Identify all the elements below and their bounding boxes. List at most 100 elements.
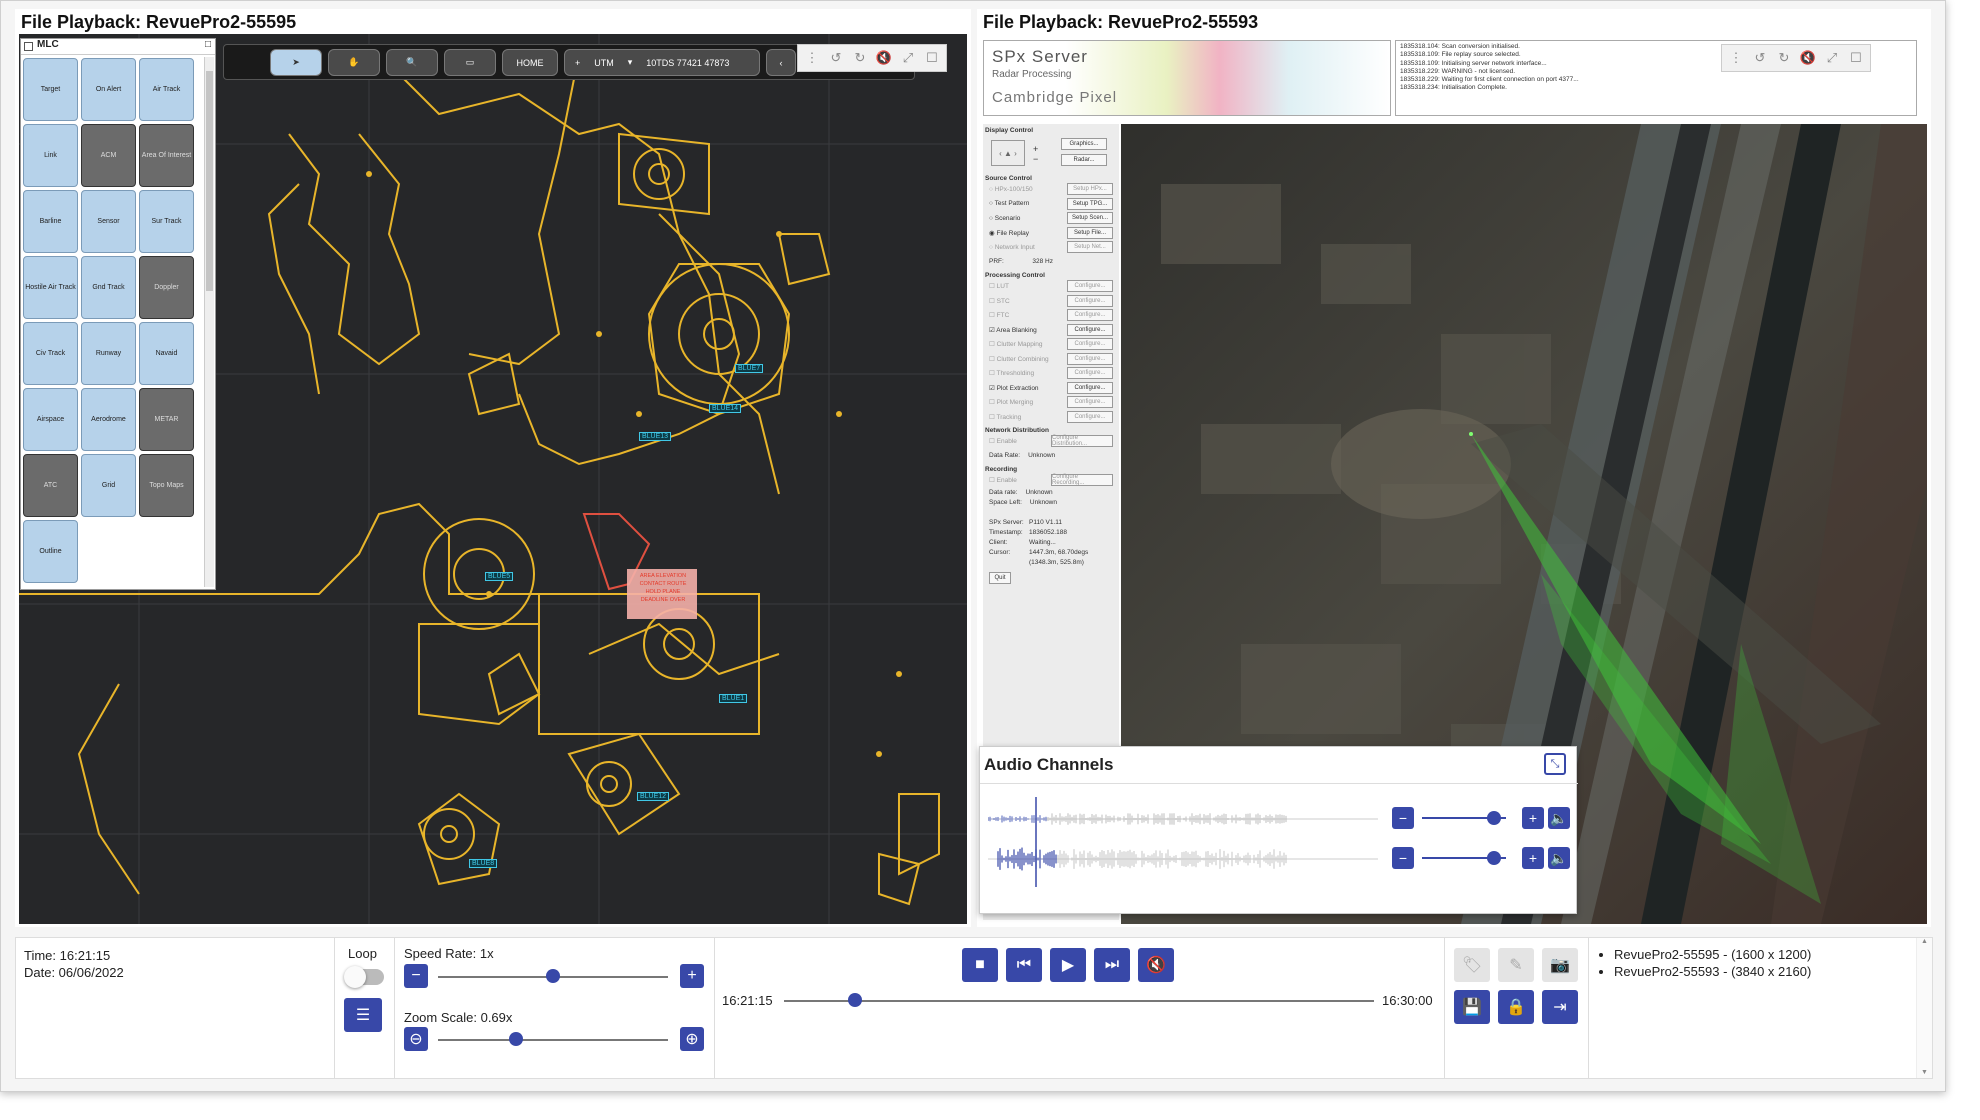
mlc-button-airspace[interactable]: Airspace (23, 388, 78, 451)
configure-button[interactable]: Configure... (1067, 367, 1113, 380)
rotate-right-icon[interactable]: ↻ (1774, 48, 1794, 68)
configure-button[interactable]: Configure... (1067, 323, 1113, 336)
map-label[interactable]: BLUE1 (719, 694, 748, 703)
channel-1-mute-button[interactable]: 🔈 (1548, 807, 1570, 829)
mlc-button-sensor[interactable]: Sensor (81, 190, 136, 253)
zoom-slider-thumb[interactable] (509, 1032, 524, 1046)
channel-1-volume-thumb[interactable] (1487, 811, 1502, 825)
channel-2-mute-button[interactable]: 🔈 (1548, 847, 1570, 869)
source-radio[interactable]: ○ Network Input (989, 244, 1035, 251)
mlc-button-link[interactable]: Link (23, 124, 78, 187)
source-radio[interactable]: ○ Scenario (989, 215, 1020, 222)
skip-back-button[interactable]: ⏮ (1006, 948, 1042, 982)
mlc-button-target[interactable]: Target (23, 58, 78, 121)
source-setup-button[interactable]: Setup TPG... (1067, 197, 1113, 210)
timeline-thumb[interactable] (847, 993, 862, 1007)
toolbar-more-button[interactable]: ‹ (766, 49, 796, 76)
processing-checkbox[interactable]: ☐ Clutter Mapping (989, 340, 1043, 348)
configure-button[interactable]: Configure... (1067, 309, 1113, 322)
mlc-button-sur-track[interactable]: Sur Track (139, 190, 194, 253)
skip-forward-button[interactable]: ⏭ (1094, 948, 1130, 982)
mlc-button-runway[interactable]: Runway (81, 322, 136, 385)
source-radio[interactable]: ○ Test Pattern (989, 200, 1029, 207)
mlc-button-area-of-interest[interactable]: Area Of Interest (139, 124, 194, 187)
play-button[interactable]: ▶ (1050, 948, 1086, 982)
loop-toggle[interactable] (344, 966, 384, 988)
zoom-stepper[interactable]: + − (1033, 144, 1043, 164)
zoom-out-button[interactable]: ⊖ (404, 1027, 428, 1051)
file-list-item[interactable]: RevuePro2-55593 - (3840 x 2160) (1614, 963, 1811, 980)
mlc-button-gnd-track[interactable]: Gnd Track (81, 256, 136, 319)
map-label[interactable]: BLUE14 (709, 404, 742, 413)
graphics-button[interactable]: Graphics... (1061, 138, 1107, 150)
source-setup-button[interactable]: Setup File... (1067, 226, 1113, 239)
mute-button[interactable]: 🔇 (1138, 948, 1174, 982)
channel-1-volume-down-button[interactable]: − (1392, 807, 1414, 829)
speed-increase-button[interactable]: + (680, 964, 704, 988)
measure-tool-button[interactable]: ▭ (444, 49, 496, 76)
channel-2-volume-down-button[interactable]: − (1392, 847, 1414, 869)
restore-icon[interactable]: ☐ (1846, 48, 1866, 68)
rotate-left-icon[interactable]: ↺ (826, 48, 846, 68)
configure-distribution-button[interactable]: Configure Distribution... (1051, 435, 1113, 448)
processing-checkbox[interactable]: ☐ Tracking (989, 413, 1021, 421)
map-label[interactable]: BLUE8 (469, 859, 498, 868)
channel-2-volume-thumb[interactable] (1487, 851, 1502, 865)
radar-button[interactable]: Radar... (1061, 154, 1107, 166)
configure-button[interactable]: Configure... (1067, 352, 1113, 365)
rotate-right-icon[interactable]: ↻ (850, 48, 870, 68)
mlc-button-grid[interactable]: Grid (81, 454, 136, 517)
exit-button[interactable]: ⇥ (1542, 990, 1578, 1024)
mlc-scrollbar[interactable] (204, 57, 214, 587)
processing-checkbox[interactable]: ☑ Plot Extraction (989, 384, 1039, 392)
source-setup-button[interactable]: Setup Scen... (1067, 212, 1113, 225)
mlc-button-aerodrome[interactable]: Aerodrome (81, 388, 136, 451)
configure-button[interactable]: Configure... (1067, 338, 1113, 351)
processing-checkbox[interactable]: ☐ Plot Merging (989, 398, 1033, 406)
configure-button[interactable]: Configure... (1067, 381, 1113, 394)
file-list-scrollbar[interactable]: ▲ ▼ (1916, 938, 1932, 1078)
minimize-panel-button[interactable]: ⤡ (1544, 753, 1566, 775)
source-radio[interactable]: ○ HPx-100/150 (989, 186, 1033, 193)
mlc-button-outline[interactable]: Outline (23, 520, 78, 583)
fullscreen-icon[interactable]: ⤢ (1822, 48, 1842, 68)
zoom-slider[interactable] (438, 1039, 668, 1041)
rotate-left-icon[interactable]: ↺ (1750, 48, 1770, 68)
configure-recording-button[interactable]: Configure Recording... (1051, 474, 1113, 487)
map-label[interactable]: BLUE5 (485, 572, 514, 581)
tag-button[interactable]: 🏷 (1454, 948, 1490, 982)
timeline-slider[interactable] (784, 1000, 1374, 1002)
checkbox-icon[interactable] (24, 42, 33, 51)
fullscreen-icon[interactable]: ⤢ (898, 48, 918, 68)
zoom-in-button[interactable]: ⊕ (680, 1027, 704, 1051)
mlc-button-air-track[interactable]: Air Track (139, 58, 194, 121)
processing-checkbox[interactable]: ☐ STC (989, 297, 1010, 305)
menu-icon[interactable]: ⋮ (1726, 48, 1746, 68)
restore-icon[interactable]: ☐ (922, 48, 942, 68)
snapshot-button[interactable]: 📷 (1542, 948, 1578, 982)
mute-icon[interactable]: 🔇 (1798, 48, 1818, 68)
close-icon[interactable]: □ (205, 39, 211, 50)
processing-checkbox[interactable]: ☐ Clutter Combining (989, 355, 1049, 363)
stop-button[interactable]: ■ (962, 948, 998, 982)
mute-icon[interactable]: 🔇 (874, 48, 894, 68)
lock-button[interactable]: 🔒 (1498, 990, 1534, 1024)
direction-pad[interactable]: ‹ ▲ › (991, 140, 1025, 166)
map-label[interactable]: BLUE13 (639, 432, 672, 441)
settings-button[interactable]: ☰ (344, 998, 382, 1032)
zoom-tool-button[interactable]: 🔍 (386, 49, 438, 76)
configure-button[interactable]: Configure... (1067, 396, 1113, 409)
mlc-button-acm[interactable]: ACM (81, 124, 136, 187)
channel-2-volume-up-button[interactable]: + (1522, 847, 1544, 869)
coordinate-display[interactable]: + UTM ▾ 10TDS 77421 47873 (564, 49, 760, 76)
home-button[interactable]: HOME (502, 49, 558, 76)
processing-checkbox[interactable]: ☐ Thresholding (989, 369, 1034, 377)
mlc-button-hostile-air-track[interactable]: Hostile Air Track (23, 256, 78, 319)
speed-decrease-button[interactable]: − (404, 964, 428, 988)
mlc-button-topo-maps[interactable]: Topo Maps (139, 454, 194, 517)
recording-enable-checkbox[interactable]: ☐ Enable (989, 476, 1017, 484)
mlc-button-navaid[interactable]: Navaid (139, 322, 194, 385)
tactical-map-view[interactable]: BLUE7 BLUE14 BLUE13 BLUE5 BLUE1 BLUE12 B… (19, 34, 967, 924)
configure-button[interactable]: Configure... (1067, 280, 1113, 293)
menu-icon[interactable]: ⋮ (802, 48, 822, 68)
